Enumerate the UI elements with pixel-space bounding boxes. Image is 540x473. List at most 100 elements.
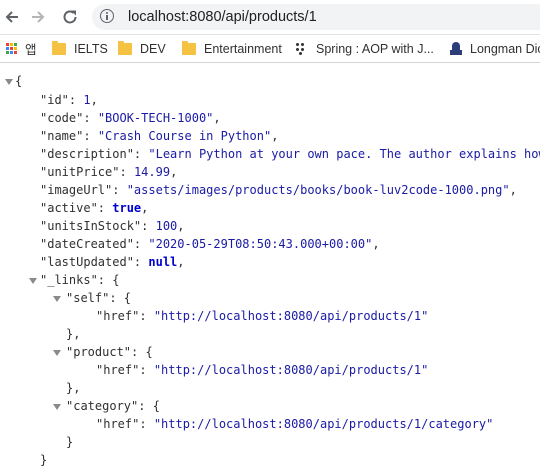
json-value-boolean: true (112, 201, 142, 215)
colon-brace: : { (138, 399, 160, 413)
forward-button[interactable] (26, 5, 50, 29)
bookmark-longman[interactable]: Longman Dic (450, 35, 540, 62)
json-value-number: 14.99 (133, 165, 171, 179)
colon: : (141, 219, 156, 233)
colon: : (119, 165, 134, 179)
comma: , (509, 183, 517, 197)
json-line-active: "active": true, (40, 199, 148, 217)
bookmark-apps-label: 앱 (25, 43, 37, 57)
brace-close: } (40, 453, 48, 467)
json-key: "product" (66, 345, 132, 359)
colon: : (133, 147, 149, 161)
json-line-category: "category": { (66, 397, 160, 415)
bookmark-spring-aop[interactable]: Spring : AOP with J... (296, 35, 434, 62)
bookmark-ielts[interactable]: IELTS (52, 35, 108, 62)
brace-open: { (15, 74, 23, 88)
json-value-null: null (148, 255, 178, 269)
json-line-product-href: "href": "http://localhost:8080/api/produ… (96, 361, 428, 379)
bookmarks-bar: 앱 IELTS DEV Entertainment Spring : AOP w… (0, 35, 540, 63)
json-line-name: "name": "Crash Course in Python", (40, 127, 278, 145)
json-line-description: "description": "Learn Python at your own… (40, 145, 540, 163)
bookmark-label: Spring : AOP with J... (316, 41, 434, 56)
json-key: "unitPrice" (40, 165, 120, 179)
comma: , (141, 201, 149, 215)
collapse-self-toggle-icon[interactable] (52, 289, 62, 307)
bookmark-apps[interactable]: 앱 (6, 35, 37, 62)
json-key: "lastUpdated" (40, 255, 134, 269)
json-line-lastupdated: "lastUpdated": null, (40, 253, 185, 271)
json-key: "unitsInStock" (40, 219, 142, 233)
colon-brace: : { (131, 345, 153, 359)
colon: : (97, 201, 113, 215)
brace-close: }, (66, 381, 81, 395)
colon: : (68, 93, 84, 107)
arrow-right-icon (32, 11, 45, 23)
spring-icon (296, 42, 308, 55)
bookmark-label: Entertainment (204, 41, 282, 56)
json-value-number: 1 (83, 93, 91, 107)
json-key: "active" (40, 201, 98, 215)
colon: : (133, 237, 149, 251)
colon: : (83, 111, 98, 125)
collapse-product-toggle-icon[interactable] (52, 343, 62, 361)
json-key: "code" (40, 111, 84, 125)
json-key: "imageUrl" (40, 183, 113, 197)
brace-close: }, (66, 327, 81, 341)
comma: , (372, 237, 380, 251)
colon: : (139, 417, 154, 431)
comma: , (213, 111, 221, 125)
comma: , (177, 255, 185, 269)
reload-button[interactable] (58, 5, 82, 29)
url-text[interactable]: localhost:8080/api/products/1 (128, 4, 317, 30)
collapse-root-toggle-icon[interactable] (4, 72, 14, 90)
json-line-self: "self": { (66, 289, 131, 307)
bookmark-label: DEV (140, 41, 166, 56)
browser-toolbar: localhost:8080/api/products/1 (0, 0, 540, 35)
colon: : (83, 129, 98, 143)
json-line-product-close: }, (66, 379, 80, 397)
json-root-open: { (15, 72, 22, 90)
json-key: "href" (96, 417, 140, 431)
json-line-self-href: "href": "http://localhost:8080/api/produ… (96, 307, 428, 325)
json-key: "description" (40, 147, 134, 161)
json-value-string: "http://localhost:8080/api/products/1" (153, 309, 429, 323)
json-value-string: "http://localhost:8080/api/products/1" (153, 363, 429, 377)
colon: : (139, 309, 154, 323)
json-value-string: "assets/images/products/books/book-luv2c… (126, 183, 510, 197)
site-info-icon[interactable] (100, 9, 114, 23)
colon: : (133, 255, 149, 269)
folder-icon (52, 40, 66, 55)
bookmark-label: Longman Dic (470, 41, 540, 56)
json-key: "id" (40, 93, 69, 107)
apps-grid-icon (6, 43, 17, 54)
colon-brace: : { (97, 273, 120, 287)
bookmark-dev[interactable]: DEV (118, 35, 166, 62)
json-key: "dateCreated" (40, 237, 134, 251)
json-line-category-href: "href": "http://localhost:8080/api/produ… (96, 415, 493, 433)
json-line-links: "_links": { (40, 271, 119, 289)
collapse-category-toggle-icon[interactable] (52, 397, 62, 415)
colon-brace: : { (109, 291, 132, 305)
json-line-links-close: } (40, 451, 47, 469)
json-line-product: "product": { (66, 343, 153, 361)
json-line-unitsinstock: "unitsInStock": 100, (40, 217, 185, 235)
json-value-number: 100 (155, 219, 178, 233)
comma: , (177, 219, 185, 233)
bookmark-entertainment[interactable]: Entertainment (182, 35, 282, 62)
collapse-links-toggle-icon[interactable] (28, 271, 38, 289)
brace-close: } (66, 435, 74, 449)
address-bar[interactable]: localhost:8080/api/products/1 (92, 4, 540, 30)
json-value-string: "http://localhost:8080/api/products/1/ca… (153, 417, 494, 431)
json-key: "self" (66, 291, 110, 305)
json-key: "href" (96, 363, 140, 377)
json-viewer: { "id": 1, "code": "BOOK-TECH-1000", "na… (0, 63, 540, 473)
json-value-string: "2020-05-29T08:50:43.000+00:00" (148, 237, 373, 251)
back-button[interactable] (0, 5, 24, 29)
json-key: "name" (40, 129, 84, 143)
colon: : (139, 363, 154, 377)
arrow-left-icon (5, 11, 18, 23)
json-value-string: "Learn Python at your own pace. The auth… (148, 147, 540, 161)
json-value-string: "BOOK-TECH-1000" (97, 111, 214, 125)
json-line-datecreated: "dateCreated": "2020-05-29T08:50:43.000+… (40, 235, 380, 253)
json-line-imageurl: "imageUrl": "assets/images/products/book… (40, 181, 517, 199)
